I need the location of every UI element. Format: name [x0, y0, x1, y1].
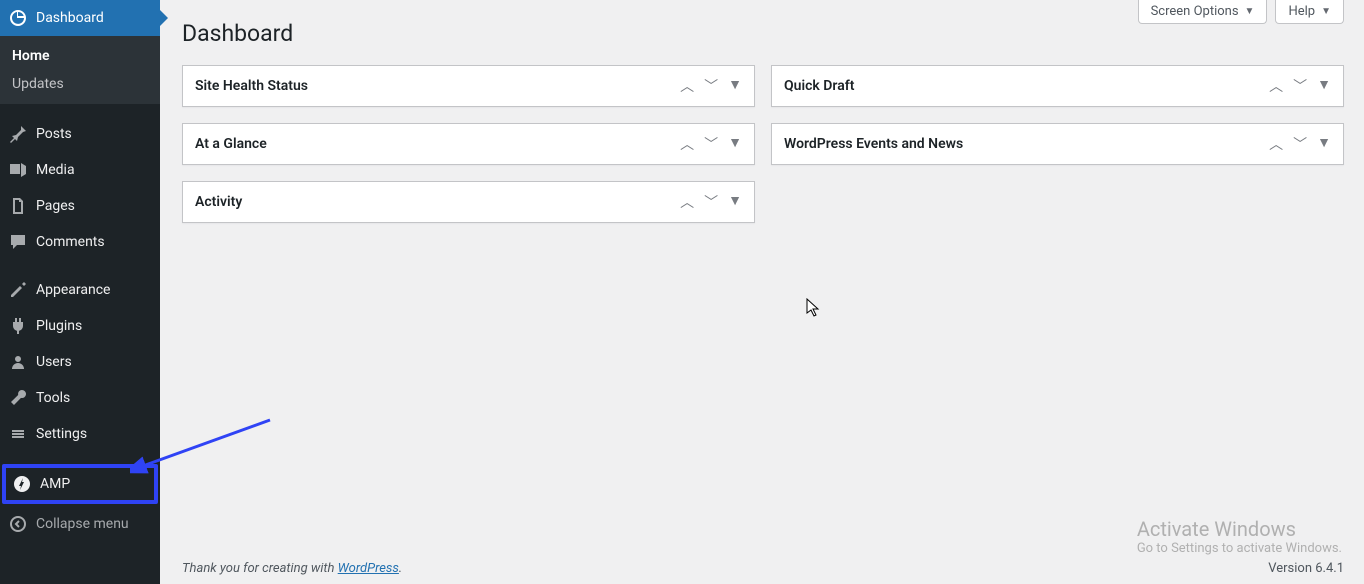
collapse-icon — [8, 514, 28, 534]
watermark-sub: Go to Settings to activate Windows. — [1137, 541, 1342, 556]
toggle-icon[interactable]: ▼ — [1317, 134, 1331, 154]
cursor-icon — [806, 298, 822, 318]
settings-icon — [8, 424, 28, 444]
move-down-icon[interactable]: ﹀ — [1293, 76, 1307, 96]
footer-prefix: Thank you for creating with — [182, 561, 338, 576]
postbox-events-news: WordPress Events and News ︿ ﹀ ▼ — [771, 123, 1344, 165]
menu-label: Tools — [36, 390, 70, 406]
menu-item-pages[interactable]: Pages — [0, 188, 160, 224]
column-right: Quick Draft ︿ ﹀ ▼ WordPress Events and N… — [771, 65, 1344, 223]
menu-label: Dashboard — [36, 10, 104, 26]
submenu-updates[interactable]: Updates — [0, 70, 160, 98]
move-up-icon[interactable]: ︿ — [1269, 76, 1283, 96]
comments-icon — [8, 232, 28, 252]
menu-item-media[interactable]: Media — [0, 152, 160, 188]
users-icon — [8, 352, 28, 372]
windows-watermark: Activate Windows Go to Settings to activ… — [1137, 517, 1342, 556]
pin-icon — [8, 124, 28, 144]
menu-label: Posts — [36, 126, 72, 142]
menu-item-amp[interactable]: AMP — [2, 464, 158, 504]
move-down-icon[interactable]: ﹀ — [704, 192, 718, 212]
move-up-icon[interactable]: ︿ — [680, 134, 694, 154]
menu-label: Comments — [36, 234, 105, 250]
menu-label: Settings — [36, 426, 87, 442]
footer-thanks: Thank you for creating with WordPress. — [182, 561, 402, 576]
postbox-header: Site Health Status ︿ ﹀ ▼ — [183, 66, 754, 106]
menu-label: Collapse menu — [36, 516, 129, 532]
move-down-icon[interactable]: ﹀ — [704, 134, 718, 154]
move-down-icon[interactable]: ﹀ — [704, 76, 718, 96]
main-content: Screen Options ▼ Help ▼ Dashboard Site H… — [160, 0, 1364, 584]
menu-label: AMP — [40, 476, 70, 492]
postbox-title: WordPress Events and News — [784, 136, 963, 152]
postbox-quick-draft: Quick Draft ︿ ﹀ ▼ — [771, 65, 1344, 107]
footer-suffix: . — [399, 561, 402, 576]
pages-icon — [8, 196, 28, 216]
tools-icon — [8, 388, 28, 408]
amp-icon — [12, 474, 32, 494]
postbox-title: At a Glance — [195, 136, 267, 152]
media-icon — [8, 160, 28, 180]
appearance-icon — [8, 280, 28, 300]
postbox-handle-actions: ︿ ﹀ ▼ — [680, 192, 742, 212]
submenu-home[interactable]: Home — [0, 42, 160, 70]
menu-item-comments[interactable]: Comments — [0, 224, 160, 260]
postbox-at-a-glance: At a Glance ︿ ﹀ ▼ — [182, 123, 755, 165]
column-left: Site Health Status ︿ ﹀ ▼ At a Glance ︿ — [182, 65, 755, 223]
postbox-handle-actions: ︿ ﹀ ▼ — [680, 76, 742, 96]
plugins-icon — [8, 316, 28, 336]
postbox-site-health: Site Health Status ︿ ﹀ ▼ — [182, 65, 755, 107]
postbox-title: Quick Draft — [784, 78, 854, 94]
postbox-handle-actions: ︿ ﹀ ▼ — [1269, 134, 1331, 154]
move-up-icon[interactable]: ︿ — [1269, 134, 1283, 154]
postbox-handle-actions: ︿ ﹀ ▼ — [680, 134, 742, 154]
admin-sidebar: Dashboard Home Updates Posts Media Pages — [0, 0, 160, 584]
postbox-header: Activity ︿ ﹀ ▼ — [183, 182, 754, 222]
chevron-down-icon: ▼ — [1245, 6, 1255, 17]
menu-item-users[interactable]: Users — [0, 344, 160, 380]
postbox-handle-actions: ︿ ﹀ ▼ — [1269, 76, 1331, 96]
screen-options-label: Screen Options — [1151, 4, 1239, 19]
menu-item-plugins[interactable]: Plugins — [0, 308, 160, 344]
footer-wordpress-link[interactable]: WordPress — [338, 561, 399, 576]
dashboard-icon — [8, 8, 28, 28]
chevron-down-icon: ▼ — [1321, 6, 1331, 17]
postbox-title: Activity — [195, 194, 242, 210]
menu-item-appearance[interactable]: Appearance — [0, 272, 160, 308]
menu-label: Users — [36, 354, 72, 370]
menu-label: Appearance — [36, 282, 110, 298]
move-up-icon[interactable]: ︿ — [680, 192, 694, 212]
dashboard-submenu: Home Updates — [0, 36, 160, 104]
menu-item-tools[interactable]: Tools — [0, 380, 160, 416]
menu-label: Plugins — [36, 318, 82, 334]
dashboard-widgets: Site Health Status ︿ ﹀ ▼ At a Glance ︿ — [182, 65, 1344, 223]
help-label: Help — [1288, 4, 1315, 19]
postbox-header: At a Glance ︿ ﹀ ▼ — [183, 124, 754, 164]
postbox-header: WordPress Events and News ︿ ﹀ ▼ — [772, 124, 1343, 164]
toggle-icon[interactable]: ▼ — [728, 134, 742, 154]
watermark-title: Activate Windows — [1137, 517, 1342, 541]
help-button[interactable]: Help ▼ — [1275, 0, 1344, 24]
move-up-icon[interactable]: ︿ — [680, 76, 694, 96]
postbox-header: Quick Draft ︿ ﹀ ▼ — [772, 66, 1343, 106]
menu-item-posts[interactable]: Posts — [0, 116, 160, 152]
collapse-menu[interactable]: Collapse menu — [0, 506, 160, 542]
footer-version: Version 6.4.1 — [1268, 561, 1344, 576]
move-down-icon[interactable]: ﹀ — [1293, 134, 1307, 154]
toggle-icon[interactable]: ▼ — [728, 76, 742, 96]
toggle-icon[interactable]: ▼ — [728, 192, 742, 212]
screen-meta-links: Screen Options ▼ Help ▼ — [1138, 0, 1344, 24]
admin-footer: Thank you for creating with WordPress. V… — [182, 561, 1344, 576]
menu-label: Pages — [36, 198, 75, 214]
menu-item-settings[interactable]: Settings — [0, 416, 160, 452]
menu-item-dashboard[interactable]: Dashboard — [0, 0, 160, 36]
toggle-icon[interactable]: ▼ — [1317, 76, 1331, 96]
postbox-activity: Activity ︿ ﹀ ▼ — [182, 181, 755, 223]
postbox-title: Site Health Status — [195, 78, 308, 94]
menu-label: Media — [36, 162, 75, 178]
screen-options-button[interactable]: Screen Options ▼ — [1138, 0, 1268, 24]
